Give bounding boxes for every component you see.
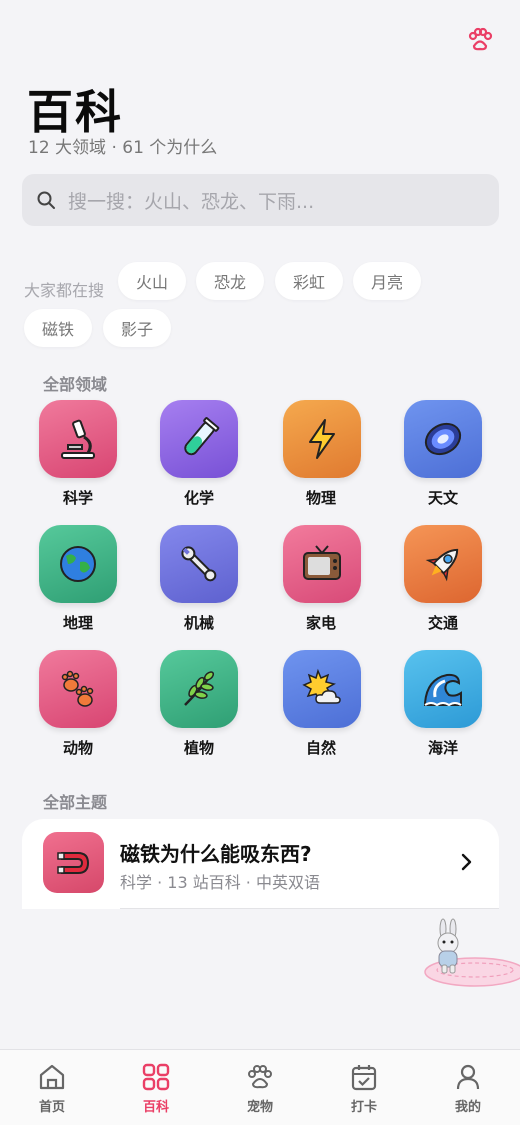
chevron-right-icon [461,853,472,871]
paw-icon [248,1065,272,1089]
home-icon [39,1064,65,1090]
domain-label: 化学 [183,489,214,507]
herb-icon [184,671,215,706]
search-input[interactable]: 搜一搜：火山、恐龙、下雨... [22,174,499,226]
tab-pet[interactable]: 宠物 [208,1050,312,1125]
domain-tile-chemistry[interactable] [160,400,238,478]
wave-icon [424,673,462,707]
tab-label: 宠物 [246,1100,273,1115]
page-subtitle: 12 大领域 · 61 个为什么 [28,138,218,158]
hot-search-label: 大家都在搜 [24,281,105,300]
domain-tile-animals[interactable] [39,650,117,728]
domain-tile-transport[interactable] [404,525,482,603]
divider [120,908,499,909]
tab-profile[interactable]: 我的 [416,1050,520,1125]
topics-section-title: 全部主题 [43,793,108,812]
calendar-check-icon [351,1065,377,1091]
domain-tile-ocean[interactable] [404,650,482,728]
domain-tile-physics[interactable] [283,400,361,478]
paw-prints-icon [61,670,94,707]
domain-label: 动物 [62,739,93,757]
hot-chip[interactable]: 磁铁 [24,309,92,347]
user-icon [456,1064,480,1090]
domain-tile-astronomy[interactable] [404,400,482,478]
domain-label: 海洋 [427,739,458,757]
topic-meta: 科学 · 13 站百科 · 中英双语 [120,873,320,892]
galaxy-icon [424,422,462,456]
domain-label: 植物 [183,739,214,757]
topic-card[interactable]: 磁铁为什么能吸东西? 科学 · 13 站百科 · 中英双语 [22,819,499,909]
domains-section-title: 全部领域 [43,375,108,394]
domain-tile-plants[interactable] [160,650,238,728]
rocket-icon [425,548,459,582]
television-icon [303,545,341,580]
tab-checkin[interactable]: 打卡 [312,1050,416,1125]
domain-label: 机械 [183,614,214,632]
hot-chip[interactable]: 彩虹 [275,262,343,300]
tab-label: 我的 [454,1100,481,1115]
hot-chip[interactable]: 火山 [118,262,186,300]
domain-label: 天文 [427,489,458,507]
domain-tile-machinery[interactable] [160,525,238,603]
domain-tile-geography[interactable] [39,525,117,603]
search-placeholder: 搜一搜：火山、恐龙、下雨... [68,190,315,213]
globe-icon [60,546,96,582]
hot-chip[interactable]: 月亮 [353,262,421,300]
tab-label: 首页 [38,1100,65,1115]
domain-tile-science[interactable] [39,400,117,478]
test-tube-icon [184,417,220,456]
tab-label: 百科 [142,1100,169,1115]
grid-icon [142,1063,170,1091]
domain-tile-appliances[interactable] [283,525,361,603]
hot-chip[interactable]: 恐龙 [196,262,264,300]
tab-label: 打卡 [350,1100,377,1115]
hot-chip[interactable]: 影子 [103,309,171,347]
magnet-icon [43,832,104,893]
domain-tile-nature[interactable] [283,650,361,728]
topic-title: 磁铁为什么能吸东西? [120,842,312,866]
microscope-icon [61,419,95,459]
bunny-mascot-icon[interactable] [420,915,520,995]
lightning-icon [309,419,335,459]
domain-label: 物理 [305,489,336,507]
domain-label: 自然 [305,739,336,757]
domain-label: 家电 [305,614,336,632]
search-icon [37,191,55,209]
tab-bar: 首页 百科 宠物 打卡 我的 [0,1049,520,1125]
domain-label: 科学 [62,489,93,507]
tab-home[interactable]: 首页 [0,1050,104,1125]
sun-cloud-icon [302,668,341,704]
wrench-icon [181,546,217,582]
domain-label: 地理 [62,614,93,632]
tab-encyclopedia[interactable]: 百科 [104,1050,208,1125]
domain-label: 交通 [427,614,458,632]
paw-icon[interactable] [466,26,494,54]
